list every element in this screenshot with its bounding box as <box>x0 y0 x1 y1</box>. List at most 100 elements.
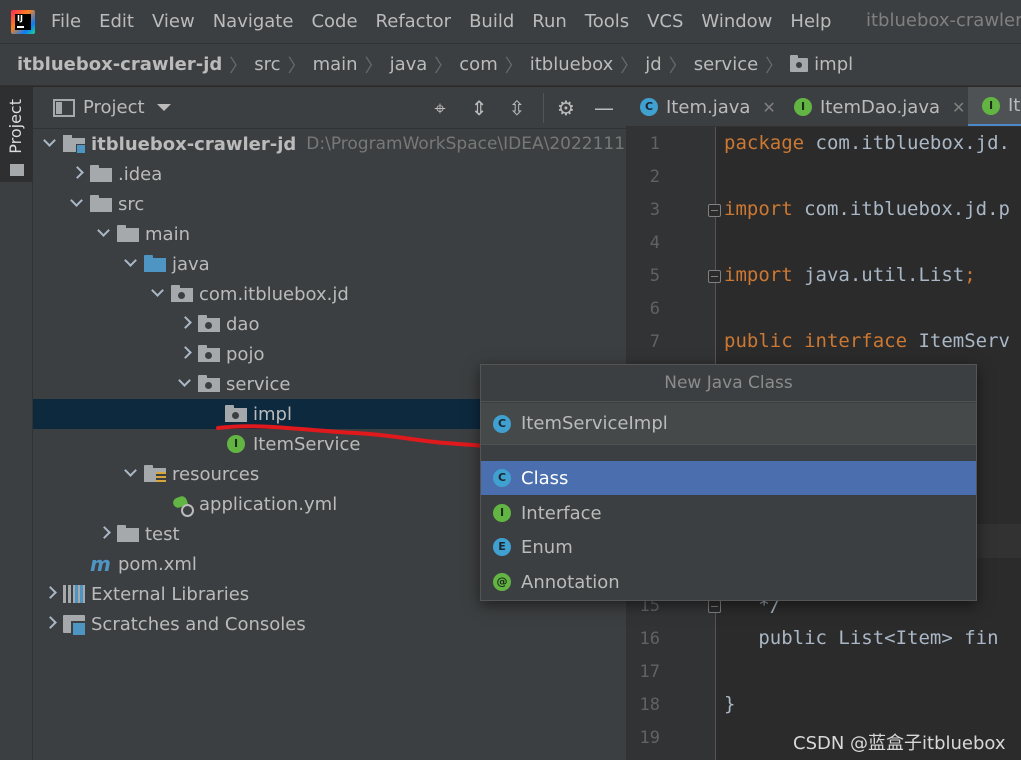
tree-item-java[interactable]: java <box>33 249 626 279</box>
menu-code[interactable]: Code <box>311 11 357 32</box>
tab-item-java[interactable]: C Item.java ✕ <box>640 87 776 126</box>
menu-run[interactable]: Run <box>532 11 567 32</box>
tree-item-label: Scratches and Consoles <box>91 613 306 635</box>
project-path: D:\ProgramWorkSpace\IDEA\2022111 <box>306 134 626 154</box>
kind-item-interface[interactable]: I Interface <box>481 496 976 530</box>
chevron-down-icon[interactable] <box>70 189 84 219</box>
code-keyword: ; <box>964 264 976 286</box>
tree-item-project-root[interactable]: itbluebox-crawler-jd D:\ProgramWorkSpace… <box>33 129 626 159</box>
tree-item-src[interactable]: src <box>33 189 626 219</box>
tab-itemdao-java[interactable]: I ItemDao.java ✕ <box>794 87 965 126</box>
chevron-right-icon: 〉 <box>287 55 306 77</box>
code-text: java.util.List <box>804 264 965 286</box>
chevron-right-icon[interactable] <box>178 309 192 339</box>
line-number: 4 <box>649 233 660 253</box>
kind-item-label: Interface <box>521 502 602 524</box>
interface-icon: I <box>982 96 1000 115</box>
breadcrumb-impl[interactable]: impl <box>814 54 853 75</box>
tree-item-scratches[interactable]: Scratches and Consoles <box>33 609 626 639</box>
project-tool-window-button[interactable]: Project <box>0 87 33 182</box>
kind-item-enum[interactable]: E Enum <box>481 530 976 564</box>
menu-build[interactable]: Build <box>469 11 514 32</box>
scratches-icon <box>63 615 87 637</box>
collapse-all-icon[interactable]: ⇳ <box>506 97 528 119</box>
menu-edit[interactable]: Edit <box>99 11 134 32</box>
kind-item-annotation[interactable]: @ Annotation <box>481 565 976 599</box>
breadcrumb-project[interactable]: itbluebox-crawler-jd <box>17 54 222 75</box>
hide-icon[interactable]: — <box>593 97 615 119</box>
close-icon[interactable]: ✕ <box>762 98 775 117</box>
package-icon <box>790 54 809 72</box>
breadcrumb-com[interactable]: com <box>459 54 497 75</box>
package-icon <box>225 405 247 422</box>
chevron-right-icon: 〉 <box>765 55 784 77</box>
gear-icon[interactable]: ⚙ <box>555 97 577 119</box>
chevron-right-icon[interactable] <box>43 609 57 639</box>
breadcrumb-java[interactable]: java <box>390 54 428 75</box>
tree-item-com-itbluebox-jd[interactable]: com.itbluebox.jd <box>33 279 626 309</box>
breadcrumb-main[interactable]: main <box>313 54 358 75</box>
menu-tools[interactable]: Tools <box>585 11 629 32</box>
chevron-down-icon[interactable] <box>97 219 111 249</box>
close-icon[interactable]: ✕ <box>952 98 965 117</box>
interface-icon: I <box>794 98 812 116</box>
code-line: import com.itbluebox.jd.p <box>724 198 1010 220</box>
chevron-right-icon: 〉 <box>434 55 453 77</box>
class-name-field[interactable]: C <box>481 403 976 445</box>
menu-window[interactable]: Window <box>701 11 772 32</box>
menu-view[interactable]: View <box>152 11 195 32</box>
chevron-down-icon[interactable] <box>151 279 165 309</box>
locate-icon[interactable]: ⌖ <box>429 97 451 119</box>
chevron-down-icon[interactable] <box>124 459 138 489</box>
fold-icon[interactable] <box>708 270 721 283</box>
resources-folder-icon <box>144 465 166 484</box>
line-number: 16 <box>639 629 660 649</box>
menu-file[interactable]: File <box>51 11 81 32</box>
fold-icon[interactable] <box>708 600 721 613</box>
package-icon <box>198 315 220 332</box>
chevron-down-icon[interactable] <box>156 104 171 111</box>
menu-vcs[interactable]: VCS <box>647 11 683 32</box>
tree-item-idea[interactable]: .idea <box>33 159 626 189</box>
class-icon: C <box>640 98 658 116</box>
tab-label: It <box>1008 95 1021 116</box>
fold-icon[interactable] <box>708 204 721 217</box>
menu-help[interactable]: Help <box>790 11 831 32</box>
breadcrumb-itbluebox[interactable]: itbluebox <box>530 54 614 75</box>
folder-icon <box>117 225 139 242</box>
popup-divider <box>481 445 976 460</box>
chevron-down-icon[interactable] <box>43 129 57 159</box>
line-number: 6 <box>649 299 660 319</box>
class-icon: C <box>493 414 511 433</box>
tree-item-label: application.yml <box>199 493 338 515</box>
tree-item-label: resources <box>172 463 260 485</box>
tree-item-label: main <box>145 223 190 245</box>
breadcrumb-src[interactable]: src <box>254 54 280 75</box>
kind-item-class[interactable]: C Class <box>481 461 976 495</box>
tree-item-label: service <box>226 373 291 395</box>
chevron-down-icon[interactable] <box>124 249 138 279</box>
interface-icon: I <box>493 504 511 522</box>
watermark: CSDN @蓝盒子itbluebox <box>793 733 1006 754</box>
project-view-selector[interactable]: Project <box>83 97 145 118</box>
tab-itemservice-java[interactable]: I It <box>968 87 1021 126</box>
chevron-right-icon[interactable] <box>43 579 57 609</box>
chevron-down-icon[interactable] <box>178 369 192 399</box>
code-text: com.itbluebox.jd.p <box>804 198 1010 220</box>
menu-refactor[interactable]: Refactor <box>376 11 452 32</box>
code-line: package com.itbluebox.jd. <box>724 132 1010 154</box>
chevron-right-icon: 〉 <box>504 55 523 77</box>
chevron-right-icon[interactable] <box>178 339 192 369</box>
breadcrumb-jd[interactable]: jd <box>645 54 661 75</box>
tree-item-main[interactable]: main <box>33 219 626 249</box>
package-icon <box>198 345 220 362</box>
chevron-right-icon[interactable] <box>70 159 84 189</box>
tree-item-dao[interactable]: dao <box>33 309 626 339</box>
breadcrumb-service[interactable]: service <box>694 54 758 75</box>
expand-all-icon[interactable]: ⇕ <box>468 97 490 119</box>
chevron-right-icon[interactable] <box>97 519 111 549</box>
chevron-right-icon: 〉 <box>668 55 687 77</box>
left-tool-strip: Project <box>0 87 33 760</box>
class-name-input[interactable] <box>521 413 961 434</box>
menu-navigate[interactable]: Navigate <box>213 11 294 32</box>
